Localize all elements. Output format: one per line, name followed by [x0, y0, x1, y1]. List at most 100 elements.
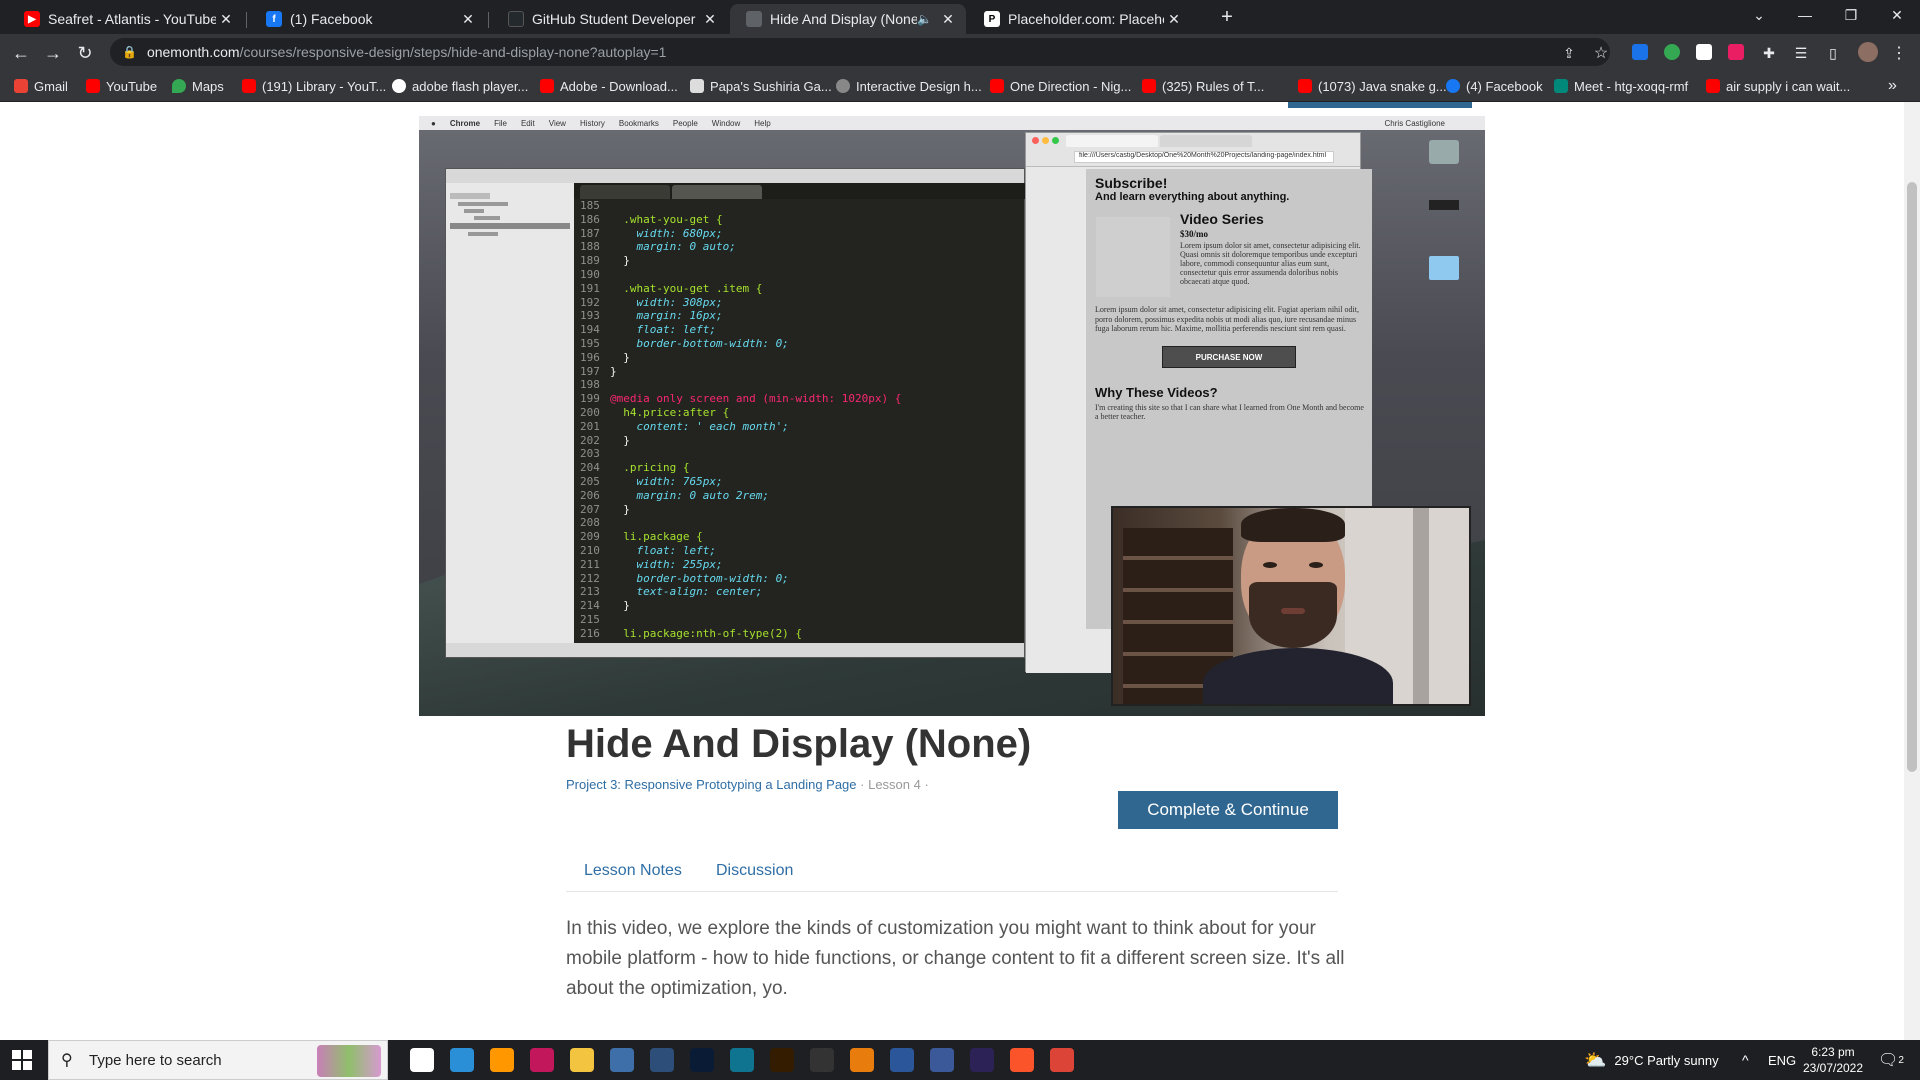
taskbar-search-input[interactable]: ⚲ Type here to search — [48, 1040, 388, 1080]
bookmark-star-icon[interactable]: ☆ — [1588, 40, 1614, 66]
minimize-button[interactable]: — — [1782, 0, 1828, 30]
more-bookmarks-icon[interactable]: » — [1888, 76, 1897, 96]
bookmark-youtube[interactable]: YouTube — [86, 76, 157, 96]
page-title: Hide And Display (None) — [566, 722, 1032, 766]
bookmark-label: (1073) Java snake g... — [1318, 78, 1447, 94]
vscode-icon[interactable] — [450, 1048, 474, 1072]
tab-1[interactable]: ▶ Seafret - Atlantis - YouTube ✕ — [8, 4, 244, 34]
bookmark-library[interactable]: (191) Library - YouT... — [242, 76, 386, 96]
line-number: 208 — [580, 516, 600, 530]
code-line: 190 — [580, 268, 1026, 282]
code-text: .what-you-get { — [610, 212, 723, 226]
tab-search-icon[interactable]: ⌄ — [1736, 0, 1782, 30]
search-placeholder: Type here to search — [89, 1051, 222, 1069]
reading-list-icon[interactable]: ☰ — [1788, 40, 1814, 66]
bookmark-java-snake[interactable]: (1073) Java snake g... — [1298, 76, 1447, 96]
tab-5[interactable]: P Placeholder.com: Placeholder.co ✕ — [968, 4, 1192, 34]
app-icon-3[interactable] — [650, 1048, 674, 1072]
code-text: } — [610, 364, 617, 378]
code-text: border-bottom-width: 0; — [610, 336, 789, 350]
bookmark-one-direction[interactable]: One Direction - Nig... — [990, 76, 1131, 96]
tab-discussion[interactable]: Discussion — [716, 862, 793, 880]
bookmark-rules[interactable]: (325) Rules of T... — [1142, 76, 1264, 96]
search-icon: ⚲ — [61, 1052, 73, 1069]
photoshop-icon[interactable] — [690, 1048, 714, 1072]
complete-continue-button[interactable]: Complete & Continue — [1118, 791, 1338, 829]
windows-start-icon[interactable] — [12, 1050, 32, 1070]
brave-icon[interactable] — [1010, 1048, 1034, 1072]
code-text: border-bottom-width: 0; — [610, 571, 789, 585]
tray-expand-icon[interactable]: ^ — [1742, 1040, 1749, 1080]
code-text: float: left; — [610, 323, 716, 337]
project-link[interactable]: Project 3: Responsive Prototyping a Land… — [566, 777, 857, 792]
bookmark-papas[interactable]: Papa's Sushiria Ga... — [690, 76, 832, 96]
bookmark-adobe[interactable]: Adobe - Download... — [540, 76, 678, 96]
audio-icon[interactable]: 🔈 — [917, 12, 932, 26]
forward-icon[interactable]: → — [40, 40, 66, 66]
chrome-icon[interactable] — [1050, 1048, 1074, 1072]
extension-icon[interactable] — [1664, 44, 1680, 60]
extension-icon[interactable] — [1696, 44, 1712, 60]
code-line: 196 } — [580, 351, 1026, 365]
close-icon[interactable]: ✕ — [216, 11, 236, 28]
youtube-icon — [1298, 79, 1312, 93]
extensions-puzzle-icon[interactable]: ✚ — [1756, 40, 1782, 66]
bookmarks-bar: Gmail YouTube Maps (191) Library - YouT.… — [0, 70, 1920, 102]
lock-icon[interactable]: 🔒 — [122, 45, 137, 59]
close-icon[interactable]: ✕ — [458, 11, 478, 28]
task-view-icon[interactable] — [410, 1048, 434, 1072]
line-number: 209 — [580, 530, 600, 544]
share-icon[interactable]: ⇪ — [1556, 40, 1582, 66]
word-icon[interactable] — [890, 1048, 914, 1072]
tab-3[interactable]: GitHub Student Developer Pack - ✕ — [492, 4, 728, 34]
tab-lesson-notes[interactable]: Lesson Notes — [584, 862, 682, 880]
scrollbar-thumb[interactable] — [1907, 182, 1917, 772]
unity-icon[interactable] — [810, 1048, 834, 1072]
weather-widget[interactable]: ⛅ 29°C Partly sunny — [1584, 1040, 1719, 1080]
address-bar[interactable]: 🔒 onemonth.com/courses/responsive-design… — [110, 38, 1610, 66]
code-line: 216 li.package:nth-of-type(2) { — [580, 627, 1026, 641]
bookmark-gmail[interactable]: Gmail — [14, 76, 68, 96]
app-icon-4[interactable] — [730, 1048, 754, 1072]
menu-kebab-icon[interactable]: ⋮ — [1886, 40, 1912, 66]
app-icon-5[interactable] — [930, 1048, 954, 1072]
bookmark-meet[interactable]: Meet - htg-xoqq-rmf — [1554, 76, 1688, 96]
eclipse-icon[interactable] — [970, 1048, 994, 1072]
profile-avatar[interactable] — [1858, 42, 1878, 62]
sublime-icon[interactable] — [490, 1048, 514, 1072]
reload-icon[interactable]: ↻ — [72, 40, 98, 66]
page-scrollbar[interactable] — [1904, 102, 1920, 1040]
tab-2[interactable]: f (1) Facebook ✕ — [250, 4, 486, 34]
close-icon[interactable]: ✕ — [1164, 11, 1184, 28]
line-number: 211 — [580, 557, 600, 571]
gmail-icon — [14, 79, 28, 93]
bookmark-flash[interactable]: adobe flash player... — [392, 76, 528, 96]
tab-4-active[interactable]: Hide And Display (None) | Le 🔈 ✕ — [730, 4, 966, 34]
app-icon-2[interactable] — [610, 1048, 634, 1072]
code-line: 186 .what-you-get { — [580, 213, 1026, 227]
extension-icon[interactable] — [1728, 44, 1744, 60]
bookmark-facebook[interactable]: (4) Facebook — [1446, 76, 1543, 96]
file-explorer-icon[interactable] — [570, 1048, 594, 1072]
language-indicator[interactable]: ENG — [1768, 1040, 1796, 1080]
extension-icon[interactable] — [1632, 44, 1648, 60]
side-panel-icon[interactable]: ▯ — [1820, 40, 1846, 66]
facebook-icon: f — [266, 11, 282, 27]
notifications-icon[interactable]: 🗨 2 — [1878, 1040, 1904, 1080]
new-tab-button[interactable]: + — [1204, 2, 1250, 32]
back-icon[interactable]: ← — [8, 40, 34, 66]
video-player[interactable]: ● Chrome File Edit View History Bookmark… — [419, 116, 1485, 716]
bookmark-label: YouTube — [106, 78, 158, 94]
code-line: 201 content: ' each month'; — [580, 420, 1026, 434]
blender-icon[interactable] — [850, 1048, 874, 1072]
illustrator-icon[interactable] — [770, 1048, 794, 1072]
bookmark-interactive[interactable]: Interactive Design h... — [836, 76, 982, 96]
bookmark-air-supply[interactable]: air supply i can wait... — [1706, 76, 1850, 96]
bookmark-maps[interactable]: Maps — [172, 76, 224, 96]
clock[interactable]: 6:23 pm 23/07/2022 — [1803, 1040, 1863, 1080]
close-window-button[interactable]: ✕ — [1874, 0, 1920, 30]
close-icon[interactable]: ✕ — [700, 11, 720, 28]
maximize-button[interactable]: ❐ — [1828, 0, 1874, 30]
close-icon[interactable]: ✕ — [938, 11, 958, 28]
app-icon[interactable] — [530, 1048, 554, 1072]
